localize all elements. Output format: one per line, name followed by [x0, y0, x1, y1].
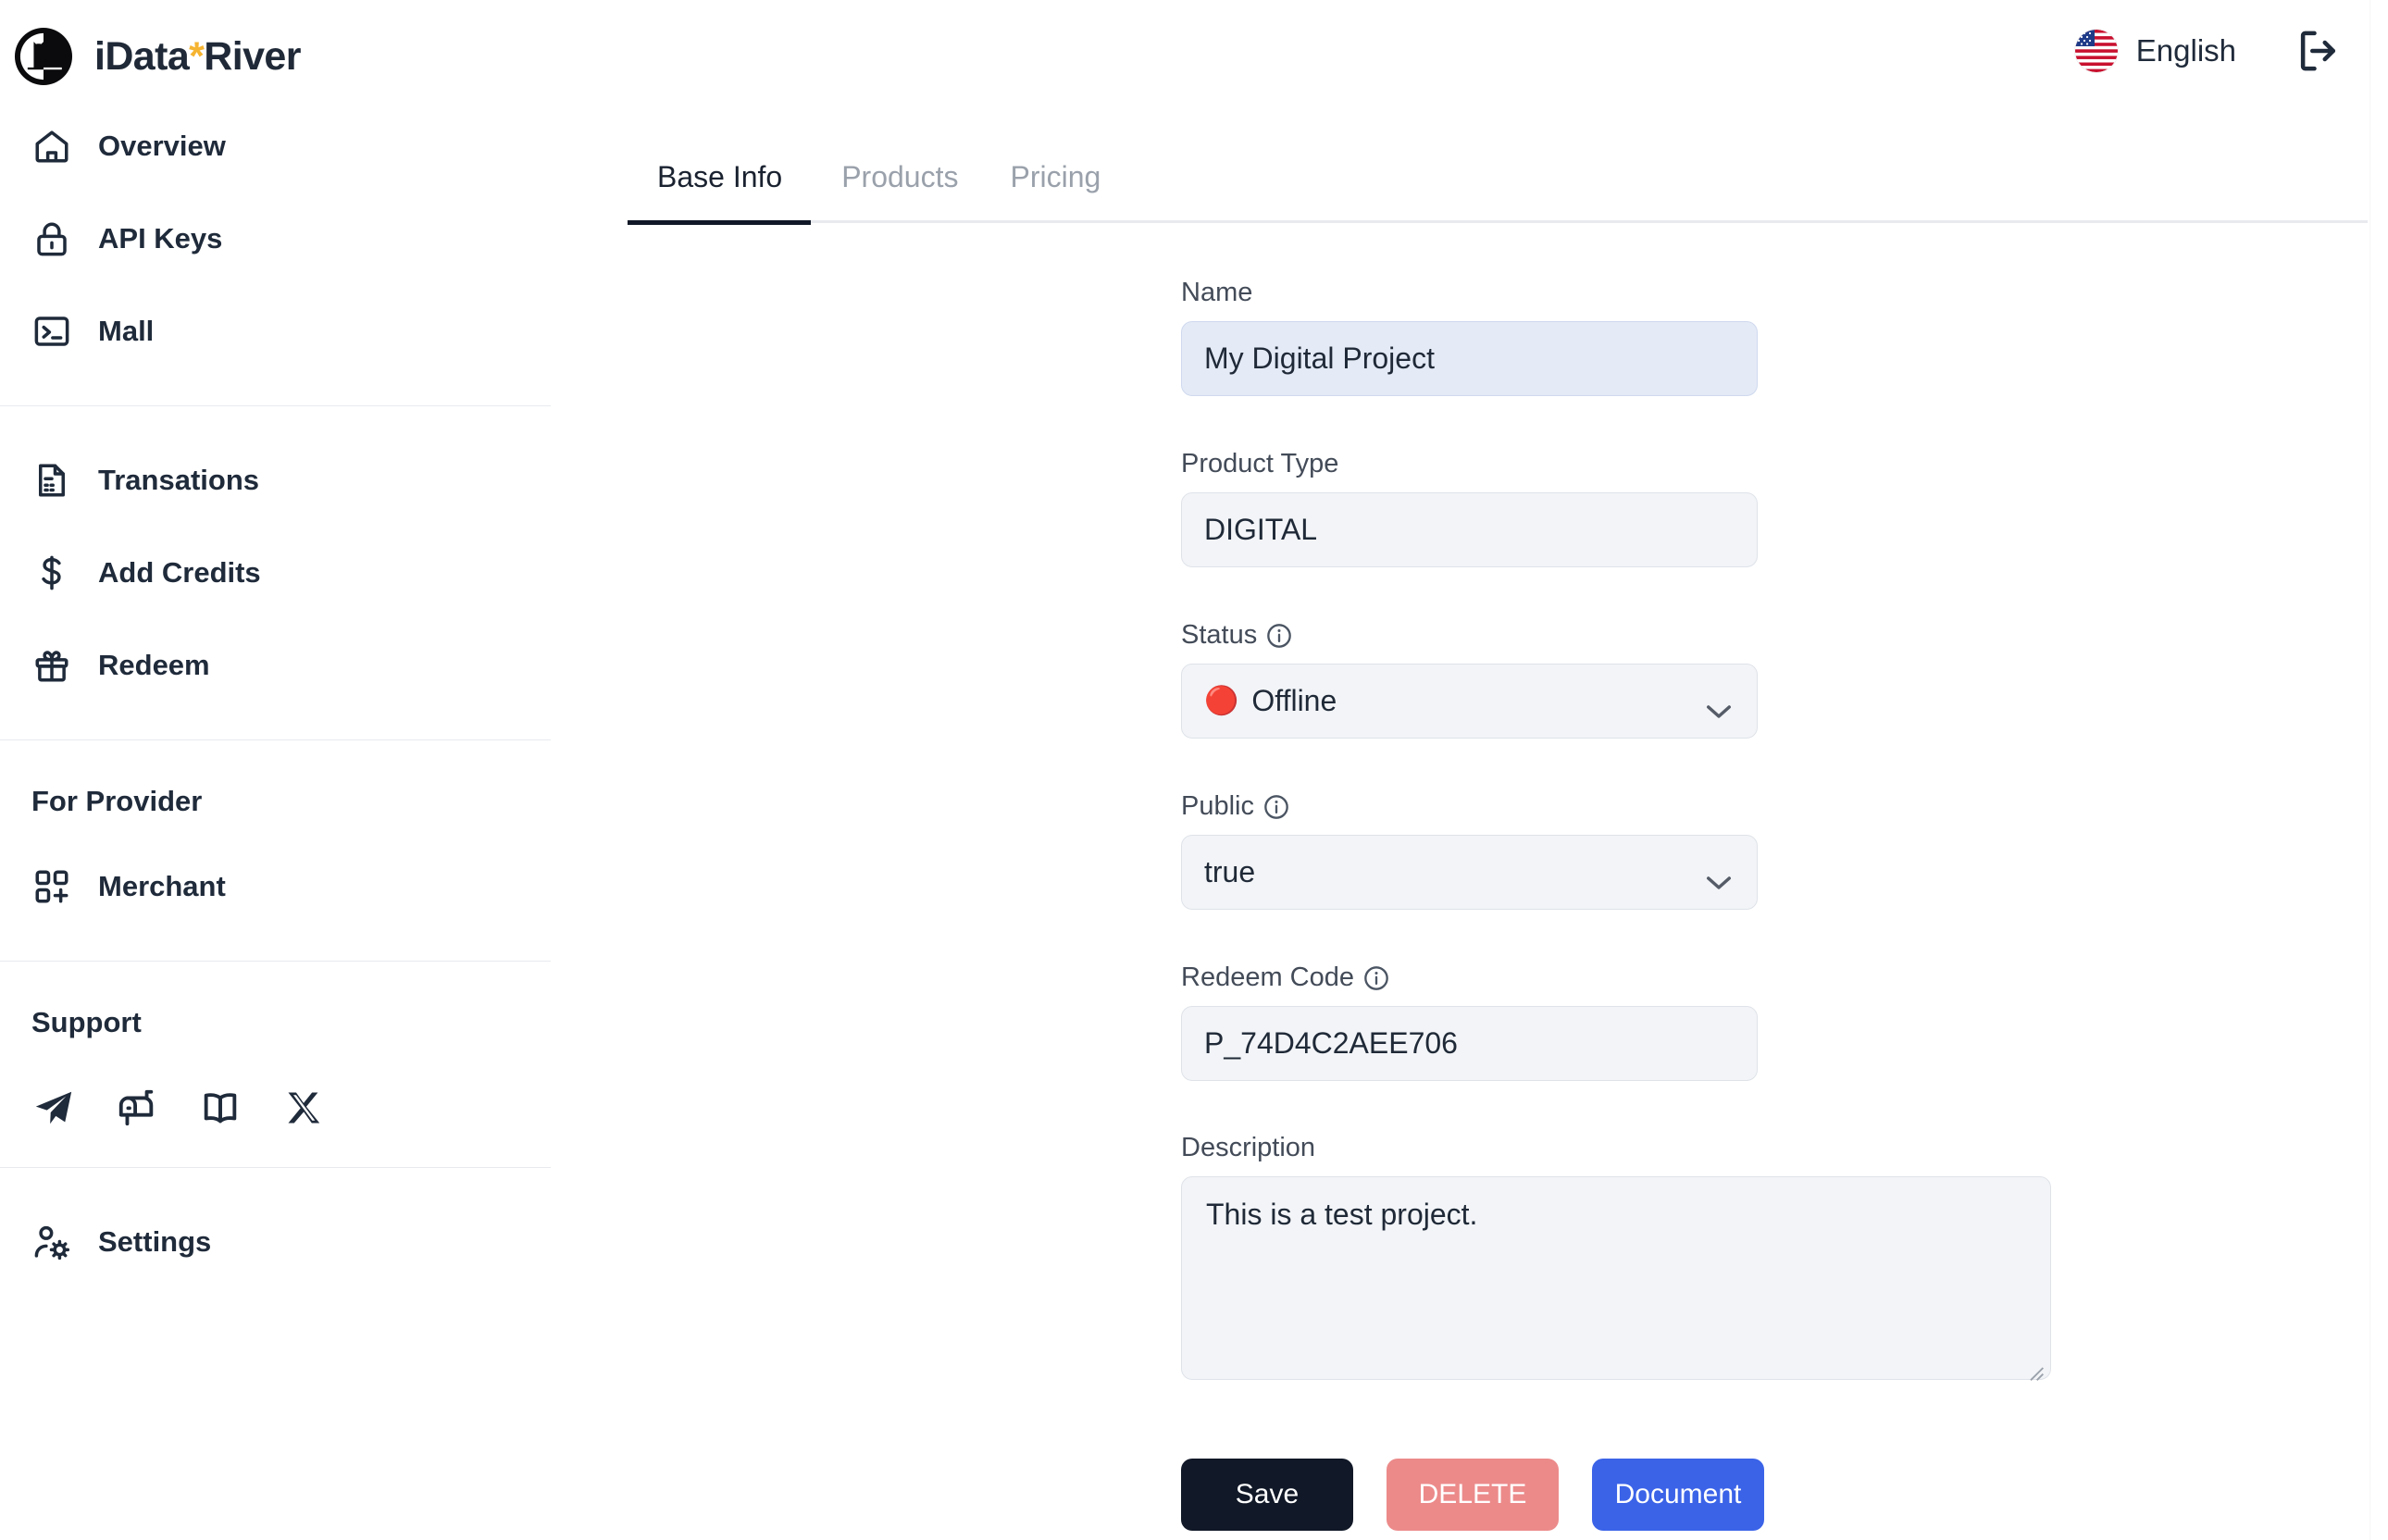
dollar-icon [31, 553, 72, 593]
public-label: Public [1181, 791, 1254, 821]
field-label: Status [1181, 620, 1764, 651]
sidebar-item-label: API Keys [98, 222, 223, 255]
product-type-input[interactable]: DIGITAL [1181, 492, 1758, 567]
support-icon-row [0, 1062, 552, 1167]
status-value: Offline [1251, 684, 1337, 717]
public-value: true [1204, 855, 1256, 888]
name-value: My Digital Project [1204, 342, 1435, 375]
tab-base-info[interactable]: Base Info [628, 153, 815, 220]
terminal-icon [31, 311, 72, 352]
field-label: Redeem Code [1181, 962, 1764, 993]
sidebar-item-label: Mall [98, 315, 155, 347]
tab-underline-track [628, 220, 2368, 225]
redeem-code-label: Redeem Code [1181, 962, 1354, 992]
tab-label: Base Info [657, 160, 783, 193]
sidebar-item-label: Overview [98, 130, 226, 162]
tab-products[interactable]: Products [815, 153, 984, 220]
sidebar-heading-for-provider: For Provider [31, 785, 203, 817]
field-public: Public true [1181, 791, 1764, 910]
sidebar-secondary-group: Transations Add Credits Redeem [0, 434, 552, 712]
sidebar-item-api-keys[interactable]: API Keys [0, 192, 552, 285]
x-twitter-icon[interactable] [281, 1086, 326, 1130]
sidebar-item-redeem[interactable]: Redeem [0, 619, 552, 712]
form-actions: Save DELETE Document [1181, 1459, 1764, 1531]
public-select[interactable]: true [1181, 835, 1758, 910]
field-redeem-code: Redeem Code P_74D4C2AEE706 [1181, 962, 1764, 1081]
chevron-down-icon [1705, 693, 1733, 718]
receipt-icon [31, 460, 72, 501]
name-input[interactable]: My Digital Project [1181, 321, 1758, 396]
sidebar-item-label: Transations [98, 464, 259, 496]
name-label: Name [1181, 278, 1253, 307]
app-root: iData*River Overview API Keys Mall Trans… [0, 0, 2388, 1540]
document-button[interactable]: Document [1592, 1459, 1764, 1531]
topbar: English [2074, 0, 2388, 102]
redeem-code-input[interactable]: P_74D4C2AEE706 [1181, 1006, 1758, 1081]
status-dot: 🔴 [1204, 685, 1239, 716]
brand-name-part1: iData [94, 33, 190, 79]
tab-label: Pricing [1010, 160, 1101, 193]
description-textarea[interactable]: This is a test project. [1181, 1176, 2051, 1381]
description-label: Description [1181, 1133, 1316, 1162]
redeem-code-value: P_74D4C2AEE706 [1204, 1026, 1458, 1060]
sidebar-item-mall[interactable]: Mall [0, 285, 552, 378]
sidebar-heading-support: Support [31, 1006, 142, 1038]
field-status: Status 🔴 Offline [1181, 620, 1764, 739]
book-icon[interactable] [198, 1086, 243, 1130]
tab-label: Products [841, 160, 959, 193]
delete-button[interactable]: DELETE [1387, 1459, 1559, 1531]
field-label: Name [1181, 278, 1764, 308]
cat-circle-logo-icon [13, 26, 74, 87]
info-icon[interactable] [1363, 965, 1389, 991]
sidebar-item-transations[interactable]: Transations [0, 434, 552, 527]
us-flag-icon [2074, 30, 2118, 72]
language-label: English [2135, 33, 2236, 68]
sidebar-item-label: Add Credits [98, 556, 261, 589]
brand-star: * [189, 33, 205, 79]
sidebar-item-add-credits[interactable]: Add Credits [0, 527, 552, 619]
sidebar-item-label: Redeem [98, 649, 210, 681]
field-name: Name My Digital Project [1181, 278, 1764, 396]
field-description: Description This is a test project. [1181, 1133, 2051, 1381]
telegram-icon[interactable] [31, 1086, 76, 1130]
home-icon [31, 126, 72, 167]
logout-icon[interactable] [2294, 26, 2344, 76]
main-content: English Base Info Products Pricing Name … [552, 0, 2388, 1540]
status-label: Status [1181, 620, 1258, 650]
sidebar-item-overview[interactable]: Overview [0, 100, 552, 192]
gift-icon [31, 645, 72, 686]
brand[interactable]: iData*River [0, 0, 552, 91]
save-button[interactable]: Save [1181, 1459, 1353, 1531]
mailbox-icon[interactable] [115, 1086, 159, 1130]
info-icon[interactable] [1266, 623, 1292, 649]
sidebar: iData*River Overview API Keys Mall Trans… [0, 0, 552, 1540]
chevron-down-icon [1705, 864, 1733, 889]
sidebar-primary-group: Overview API Keys Mall [0, 100, 552, 378]
brand-title: iData*River [94, 34, 301, 80]
language-selector[interactable]: English [2074, 30, 2236, 72]
tab-active-indicator [628, 220, 811, 225]
base-info-form: Name My Digital Project Product Type DIG… [1181, 278, 2051, 1531]
lock-icon [31, 218, 72, 259]
grid-plus-icon [31, 866, 72, 907]
image-upload-panel: Upload Image tip: PNG, JPG or JPEG (MAX.… [2361, 305, 2388, 838]
tab-bar: Base Info Products Pricing [628, 153, 2368, 225]
info-icon[interactable] [1263, 794, 1289, 820]
sidebar-item-label: Merchant [98, 870, 226, 902]
field-product-type: Product Type DIGITAL [1181, 449, 1764, 567]
resize-handle-icon[interactable] [2026, 1355, 2045, 1381]
brand-name-part2: River [204, 33, 301, 79]
panel-edge-divider [2369, 0, 2371, 1540]
sidebar-item-merchant[interactable]: Merchant [0, 840, 552, 933]
sidebar-item-label: Settings [98, 1225, 212, 1258]
description-value: This is a test project. [1206, 1198, 1478, 1231]
status-select[interactable]: 🔴 Offline [1181, 664, 1758, 739]
tab-pricing[interactable]: Pricing [984, 153, 1126, 220]
product-type-label: Product Type [1181, 449, 1339, 478]
user-gear-icon [31, 1222, 72, 1262]
field-label: Public [1181, 791, 1764, 822]
field-label: Product Type [1181, 449, 1764, 479]
product-type-value: DIGITAL [1204, 513, 1318, 546]
sidebar-item-settings[interactable]: Settings [0, 1196, 552, 1288]
